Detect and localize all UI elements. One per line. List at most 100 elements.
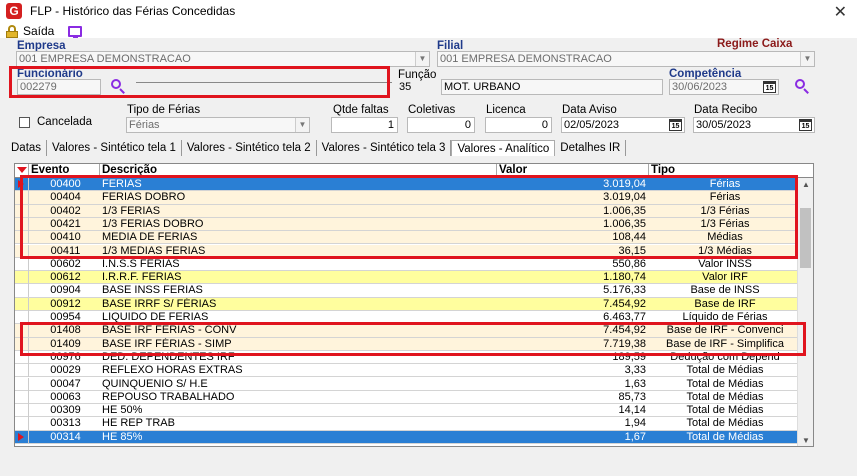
- row-indicator[interactable]: [15, 257, 29, 271]
- cell-evento: 00063: [50, 390, 81, 403]
- flp-logo-icon: G: [6, 3, 22, 19]
- chevron-down-icon[interactable]: ▼: [415, 52, 429, 66]
- cell-evento: 00912: [50, 297, 81, 310]
- row-indicator[interactable]: [15, 404, 29, 418]
- row-indicator[interactable]: [15, 417, 29, 431]
- table-row[interactable]: 00313 HE REP TRAB 1,94 Total de Médias: [15, 417, 813, 431]
- close-icon[interactable]: ✕: [834, 2, 847, 22]
- cell-tipo: Total de Médias: [686, 417, 764, 430]
- chevron-down-icon[interactable]: ▼: [295, 118, 309, 132]
- licenca-field[interactable]: 0: [485, 117, 552, 133]
- empresa-select[interactable]: 001 EMPRESA DEMONSTRACAO ▼: [16, 51, 430, 67]
- scroll-down-icon[interactable]: ▼: [798, 434, 813, 446]
- qtde-faltas-value: 1: [387, 119, 394, 131]
- table-row[interactable]: 00047 QUINQUENIO S/ H.E 1,63 Total de Média…: [15, 377, 813, 391]
- row-indicator[interactable]: [15, 377, 29, 391]
- scroll-thumb[interactable]: [800, 208, 811, 268]
- row-indicator[interactable]: [15, 390, 29, 404]
- data-aviso-value: 02/05/2023: [564, 119, 620, 131]
- calendar-icon[interactable]: 15: [799, 119, 812, 131]
- scroll-up-icon[interactable]: ▲: [798, 178, 813, 192]
- cell-tipo: Base de IRF: [694, 297, 756, 310]
- qtde-faltas-field[interactable]: 1: [331, 117, 398, 133]
- screen-icon[interactable]: [68, 25, 83, 39]
- cell-evento: 00029: [50, 364, 81, 377]
- lock-icon[interactable]: [6, 24, 18, 38]
- competencia-field[interactable]: 30/06/2023 15: [669, 79, 779, 95]
- cell-valor: 5.176,33: [603, 284, 646, 297]
- qtde-faltas-label: Qtde faltas: [333, 104, 389, 116]
- tipo-ferias-label: Tipo de Férias: [127, 104, 201, 116]
- cell-tipo: Total de Médias: [686, 377, 764, 390]
- cell-valor: 1,94: [624, 417, 646, 430]
- tipo-ferias-value: Férias: [129, 119, 160, 131]
- cell-descricao: REPOUSO TRABALHADO: [102, 390, 235, 403]
- tab-sintetico-3[interactable]: Valores - Sintético tela 3: [317, 140, 452, 156]
- filial-select[interactable]: 001 EMPRESA DEMONSTRACAO ▼: [437, 51, 815, 67]
- table-row[interactable]: 00309 HE 50% 14,14 Total de Médias: [15, 404, 813, 418]
- chevron-down-icon[interactable]: ▼: [800, 52, 814, 66]
- table-row[interactable]: 00063 REPOUSO TRABALHADO 85,73 Total de Méd…: [15, 390, 813, 405]
- row-indicator[interactable]: [15, 430, 29, 444]
- funcao-name-field: MOT. URBANO: [441, 79, 663, 95]
- cell-valor: 3,33: [624, 364, 646, 377]
- cancelada-label: Cancelada: [37, 116, 92, 128]
- table-row[interactable]: 00904 BASE INSS FERIAS 5.176,33 Base de INS…: [15, 284, 813, 298]
- table-row[interactable]: 00602 I.N.S.S FERIAS 550,86 Valor INSS: [15, 257, 813, 272]
- coletivas-field[interactable]: 0: [407, 117, 475, 133]
- vertical-scrollbar[interactable]: ▲ ▼: [797, 178, 813, 446]
- licenca-label: Licenca: [486, 104, 526, 116]
- cell-tipo: Valor IRF: [702, 271, 748, 284]
- cell-valor: 7.454,92: [603, 297, 646, 310]
- coletivas-label: Coletivas: [408, 104, 456, 116]
- cell-evento: 00309: [50, 404, 81, 417]
- table-row[interactable]: 00912 BASE IRRF S/ FÉRIAS 7.454,92 Base de …: [15, 297, 813, 311]
- tab-analitico[interactable]: Valores - Analítico: [451, 140, 556, 156]
- cell-descricao: BASE INSS FERIAS: [102, 284, 203, 297]
- empresa-value: 001 EMPRESA DEMONSTRACAO: [19, 53, 191, 65]
- table-row[interactable]: 00314 HE 85% 1,67 Total de Médias: [15, 430, 813, 444]
- coletivas-value: 0: [464, 119, 471, 131]
- cell-tipo: Base de INSS: [690, 284, 760, 297]
- cell-descricao: REFLEXO HORAS EXTRAS: [102, 364, 243, 377]
- data-recibo-value: 30/05/2023: [696, 119, 752, 131]
- tab-detalhes-ir[interactable]: Detalhes IR: [555, 140, 627, 156]
- table-row[interactable]: 00029 REFLEXO HORAS EXTRAS 3,33 Total de Mé…: [15, 364, 813, 378]
- tab-sintetico-2[interactable]: Valores - Sintético tela 2: [182, 140, 317, 156]
- row-pointer-icon: [18, 432, 24, 441]
- funcao-code-field: 35: [397, 80, 437, 96]
- cell-evento: 00904: [50, 284, 81, 297]
- data-aviso-field[interactable]: 02/05/2023 15: [561, 117, 685, 133]
- calendar-icon[interactable]: 15: [763, 81, 776, 93]
- data-recibo-field[interactable]: 30/05/2023 15: [693, 117, 815, 133]
- row-indicator[interactable]: [15, 297, 29, 311]
- data-recibo-label: Data Recibo: [694, 104, 758, 116]
- tab-datas[interactable]: Datas: [6, 140, 48, 156]
- licenca-value: 0: [541, 119, 548, 131]
- cell-evento: 00047: [50, 377, 81, 390]
- table-row[interactable]: 00612 I.R.R.F. FERIAS 1.180,74 Valor IRF: [15, 271, 813, 285]
- funcao-name: MOT. URBANO: [444, 81, 521, 93]
- search-icon[interactable]: [794, 78, 810, 94]
- cell-descricao: HE 50%: [102, 404, 143, 417]
- exit-button[interactable]: Saída: [23, 24, 54, 38]
- cell-tipo: Total de Médias: [686, 430, 764, 443]
- cell-valor: 1,67: [624, 430, 646, 443]
- row-indicator[interactable]: [15, 284, 29, 298]
- tipo-ferias-select[interactable]: Férias ▼: [126, 117, 310, 133]
- calendar-icon[interactable]: 15: [669, 119, 682, 131]
- funcao-code: 35: [399, 81, 412, 93]
- highlight-box-funcionario: [9, 66, 390, 98]
- title-bar: G FLP - Histórico das Férias Concedidas …: [0, 0, 857, 22]
- regime-caixa-label: Regime Caixa: [717, 38, 793, 50]
- window-title: FLP - Histórico das Férias Concedidas: [30, 4, 236, 18]
- row-indicator[interactable]: [15, 271, 29, 285]
- filial-value: 001 EMPRESA DEMONSTRACAO: [440, 53, 612, 65]
- row-indicator[interactable]: [15, 364, 29, 378]
- cell-tipo: Valor INSS: [698, 257, 752, 270]
- cell-valor: 1,63: [624, 377, 646, 390]
- cancelada-checkbox[interactable]: [19, 117, 30, 128]
- cell-descricao: HE REP TRAB: [102, 417, 175, 430]
- cell-evento: 00314: [50, 430, 81, 443]
- tab-sintetico-1[interactable]: Valores - Sintético tela 1: [47, 140, 182, 156]
